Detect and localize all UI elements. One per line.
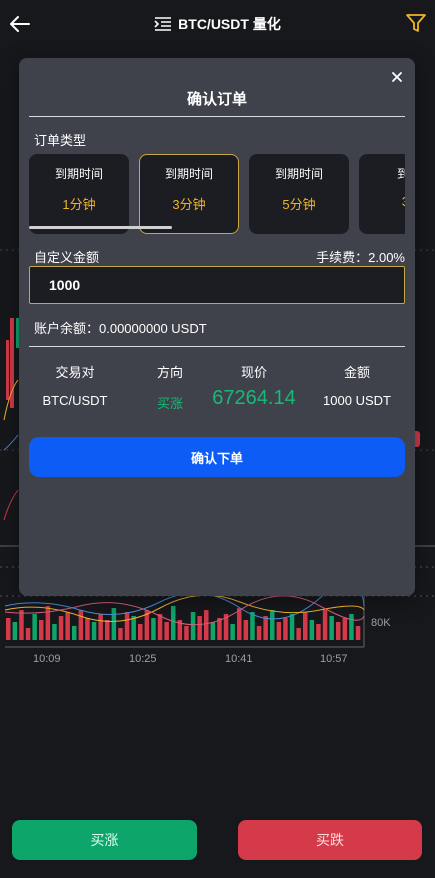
volume-bar [45, 606, 51, 640]
volume-bar [296, 628, 301, 640]
page-title-text: BTC/USDT 量化 [178, 16, 281, 32]
list-indent-icon [154, 17, 172, 31]
order-type-title: 到期时间 [164, 167, 213, 181]
volume-bar [138, 624, 143, 640]
volume-bar [197, 616, 202, 640]
modal-title: 确认订单 [186, 91, 247, 108]
order-type-value: 30 [360, 194, 405, 209]
volume-bar [85, 618, 90, 640]
filter-icon[interactable] [405, 12, 427, 34]
volume-bar [210, 622, 216, 640]
volume-bar [349, 614, 354, 640]
summary-header: 交易对 [55, 365, 95, 380]
summary-value: BTC/USDT [42, 393, 108, 408]
volume-bar [6, 618, 11, 640]
page-title: BTC/USDT 量化 [0, 14, 435, 34]
volume-bar [124, 612, 130, 640]
summary-value: 1000 USDT [323, 393, 391, 408]
volume-bar [243, 620, 249, 640]
time-label: 10:41 [225, 653, 253, 665]
volume-bar [263, 616, 268, 640]
volume-bar [164, 622, 169, 640]
volume-bar [65, 612, 70, 640]
confirm-order-modal: 确认订单 订单类型 到期时间 1分钟 到期时间 3分钟 到期时间 5分钟 到期 … [19, 58, 415, 596]
summary-header: 方向 [156, 365, 183, 380]
buy-down-button[interactable]: 买跌 [238, 820, 422, 860]
volume-bar [52, 624, 57, 640]
summary-price: 现价 67264.14 [199, 362, 309, 410]
confirm-order-button[interactable]: 确认下单 [29, 437, 405, 477]
volume-bar [230, 624, 235, 640]
time-label: 10:57 [320, 653, 348, 665]
volume-bar [19, 610, 24, 640]
volume-bar [303, 612, 308, 640]
volume-bar [322, 610, 328, 640]
volume-bar [32, 614, 37, 640]
summary-value: 67264.14 [212, 387, 296, 409]
volume-bar [283, 618, 288, 640]
time-label: 10:25 [129, 653, 157, 665]
divider [29, 346, 405, 347]
volume-bar [25, 628, 31, 640]
volume-bar [98, 614, 103, 640]
volume-bar [342, 618, 348, 640]
volume-bar [190, 612, 196, 640]
fee-label: 手续费：2.00% [316, 250, 405, 265]
volume-bar [171, 606, 176, 640]
volume-bar [336, 622, 341, 640]
volume-bar [329, 616, 334, 640]
volume-bar [276, 622, 282, 640]
order-type-value: 3分钟 [172, 197, 206, 212]
order-type-title: 到期时间 [54, 167, 103, 181]
horizontal-scrollbar[interactable] [29, 226, 172, 229]
volume-label: 80K [371, 617, 391, 629]
volume-bar [78, 610, 84, 640]
volume-bar [12, 622, 18, 640]
volume-bar [237, 608, 242, 640]
order-type-5min[interactable]: 到期时间 5分钟 [249, 154, 349, 234]
volume-bar [270, 610, 275, 640]
volume-bars [6, 606, 361, 640]
volume-bar [184, 626, 189, 640]
amount-input[interactable] [29, 266, 405, 304]
volume-bar [204, 610, 209, 640]
volume-bar [111, 608, 117, 640]
volume-bar [58, 616, 64, 640]
balance-label: 账户余额：0.00000000 USDT [34, 321, 207, 336]
summary-value: 买涨 [156, 396, 183, 411]
volume-bar [355, 626, 361, 640]
summary-pair: 交易对 BTC/USDT [37, 362, 113, 408]
header: BTC/USDT 量化 [0, 0, 435, 50]
order-type-title: 到期 [396, 167, 405, 181]
order-type-title: 到期时间 [274, 167, 323, 181]
volume-bar [118, 628, 123, 640]
volume-bar [72, 626, 77, 640]
order-type-3min[interactable]: 到期时间 3分钟 [139, 154, 239, 234]
order-type-label: 订单类型 [34, 133, 87, 148]
order-type-value: 1分钟 [62, 197, 96, 212]
custom-amount-label: 自定义金额 [34, 250, 100, 265]
volume-bar [309, 620, 315, 640]
volume-bar [39, 620, 44, 640]
volume-bar [250, 612, 255, 640]
volume-bar [105, 620, 110, 640]
summary-amount: 金额 1000 USDT [317, 362, 397, 408]
buy-up-button[interactable]: 买涨 [12, 820, 197, 860]
volume-bar [91, 622, 97, 640]
time-label: 10:09 [33, 653, 61, 665]
volume-bar [289, 614, 295, 640]
volume-bar [151, 618, 156, 640]
order-type-1min[interactable]: 到期时间 1分钟 [29, 154, 129, 234]
volume-bar [316, 624, 321, 640]
volume-bar [256, 626, 262, 640]
volume-bar [157, 614, 163, 640]
order-type-30[interactable]: 到期 30 [359, 154, 405, 234]
order-type-value: 5分钟 [282, 197, 316, 212]
volume-bar [131, 616, 136, 640]
summary-header: 金额 [343, 365, 370, 380]
close-icon[interactable] [390, 70, 404, 84]
summary-header: 现价 [240, 365, 267, 380]
summary-direction: 方向 买涨 [135, 362, 205, 412]
divider [29, 116, 405, 117]
